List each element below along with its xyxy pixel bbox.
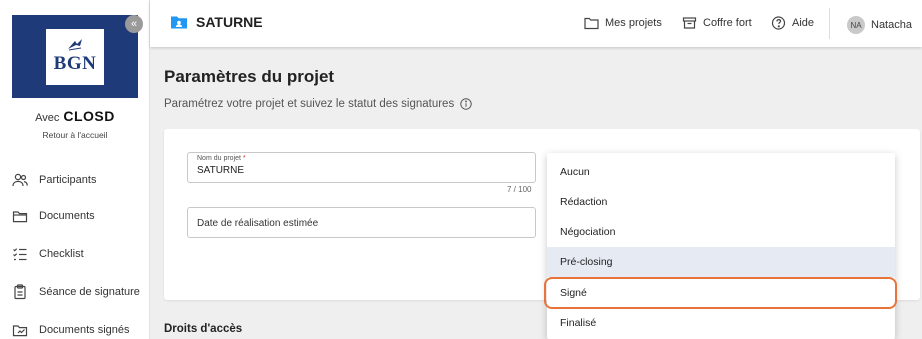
archive-icon [682, 17, 697, 29]
project-name-label-text: Nom du projet [197, 155, 241, 162]
help-link[interactable]: Aide [771, 16, 814, 30]
top-bar-divider [829, 8, 830, 39]
project-header: SATURNE [170, 14, 263, 30]
info-icon[interactable] [460, 98, 472, 110]
status-option-pre-closing[interactable]: Pré-closing [547, 247, 895, 277]
logo-badge: BGN [46, 28, 104, 85]
sidebar-item-signature-session[interactable]: Séance de signature [12, 280, 147, 304]
project-name-label: Nom du projet * [197, 155, 246, 162]
sidebar-item-signed-documents[interactable]: Documents signés [12, 318, 147, 339]
avatar: NA [847, 16, 865, 34]
brand-logo: CLOSD [63, 108, 115, 124]
user-menu[interactable]: NA Natacha [847, 16, 912, 34]
project-name: SATURNE [196, 14, 263, 30]
checklist-icon [13, 248, 27, 261]
project-name-value: SATURNE [197, 165, 245, 176]
sidebar-item-participants[interactable]: Participants [12, 168, 147, 192]
sidebar-item-label: Participants [39, 174, 97, 186]
estimated-date-field[interactable]: Date de réalisation estimée [187, 207, 536, 238]
help-icon [771, 16, 786, 30]
sidebar-item-label: Checklist [39, 248, 84, 260]
access-rights-title: Droits d'accès [164, 323, 243, 335]
required-mark: * [242, 155, 246, 162]
powered-by: Avec CLOSD [0, 108, 150, 124]
page-title: Paramètres du projet [164, 67, 335, 86]
help-label: Aide [792, 17, 815, 29]
participants-icon [12, 173, 28, 187]
clipboard-icon [14, 284, 26, 300]
sidebar-item-checklist[interactable]: Checklist [12, 242, 147, 266]
page-subtitle: Paramétrez votre projet et suivez le sta… [164, 98, 472, 110]
logo-text: BGN [53, 53, 97, 74]
status-option-aucun[interactable]: Aucun [547, 157, 895, 187]
sidebar: BGN « Avec CLOSD Retour à l'accueil Parti… [0, 0, 150, 339]
project-name-field[interactable]: Nom du projet * SATURNE [187, 152, 536, 183]
status-option-signe[interactable]: Signé [547, 278, 895, 308]
back-home-link[interactable]: Retour à l'accueil [0, 130, 150, 140]
character-counter: 7 / 100 [507, 185, 532, 194]
project-folder-icon [171, 16, 187, 29]
sidebar-item-label: Documents [39, 210, 95, 222]
vault-link[interactable]: Coffre fort [682, 16, 752, 30]
my-projects-label: Mes projets [605, 17, 662, 29]
collapse-sidebar-button[interactable]: « [125, 15, 143, 33]
page-subtitle-text: Paramétrez votre projet et suivez le sta… [164, 98, 455, 110]
folder-icon [12, 211, 28, 223]
status-option-negociation[interactable]: Négociation [547, 217, 895, 247]
status-dropdown-menu: Aucun Rédaction Négociation Pré-closing … [547, 153, 895, 339]
user-name: Natacha [871, 19, 912, 31]
client-logo: BGN [12, 15, 138, 98]
sidebar-item-label: Séance de signature [39, 286, 140, 298]
signed-documents-icon [12, 325, 28, 337]
sidebar-item-label: Documents signés [39, 324, 130, 336]
top-bar: SATURNE Mes projets Coffre fort Aide NA … [150, 0, 922, 47]
vault-label: Coffre fort [703, 17, 752, 29]
my-projects-link[interactable]: Mes projets [584, 16, 662, 30]
estimated-date-placeholder: Date de réalisation estimée [197, 218, 319, 229]
status-option-redaction[interactable]: Rédaction [547, 187, 895, 217]
folder-icon [584, 17, 599, 30]
logo-mark-icon [68, 39, 82, 51]
sidebar-item-documents[interactable]: Documents [12, 204, 147, 228]
avec-label: Avec [35, 112, 60, 124]
status-option-finalise[interactable]: Finalisé [547, 308, 895, 338]
